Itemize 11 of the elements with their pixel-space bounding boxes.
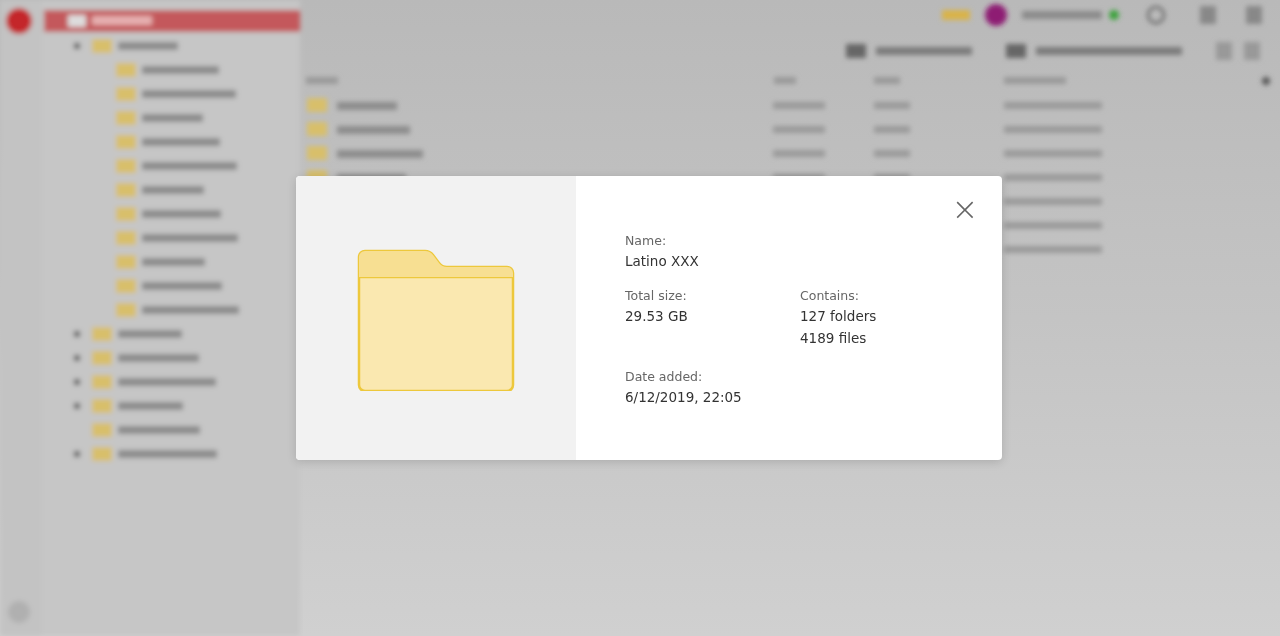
field-value: 4189 files (800, 329, 868, 348)
field-label: Name: (625, 232, 668, 250)
field-value: Latino XXX (625, 252, 700, 271)
field-label: Total size: (625, 287, 688, 305)
close-button[interactable]: × (950, 194, 980, 224)
folder-icon (357, 249, 515, 391)
field-value: 127 folders (800, 307, 878, 326)
field-value: 29.53 GB (625, 307, 689, 326)
field-value: 6/12/2019, 22:05 (625, 388, 743, 407)
field-label: Contains: (800, 287, 860, 305)
field-label: Date added: (625, 368, 704, 386)
